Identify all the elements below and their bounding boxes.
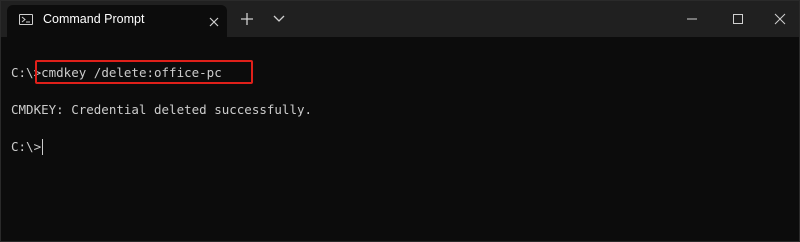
close-tab-icon[interactable] [207, 14, 221, 28]
terminal-output-area[interactable]: C:\>cmdkey /delete:office-pc CMDKEY: Cre… [1, 37, 799, 241]
maximize-button[interactable] [715, 1, 761, 37]
command-highlight-box [35, 60, 253, 84]
terminal-line-prompt[interactable]: C:\> [11, 139, 44, 155]
minimize-button[interactable] [669, 1, 715, 37]
close-icon [774, 13, 786, 25]
chevron-down-icon[interactable] [269, 11, 289, 27]
plus-icon[interactable] [237, 10, 257, 28]
terminal-window: Command Prompt C:\>cmdkey /delete:office… [0, 0, 800, 242]
close-button[interactable] [757, 1, 799, 37]
prompt: C:\> [11, 139, 42, 154]
minimize-icon [687, 18, 697, 20]
tab-title: Command Prompt [43, 12, 145, 26]
maximize-icon [733, 14, 743, 24]
command-prompt-icon [19, 14, 33, 25]
text-cursor [42, 139, 44, 155]
title-bar: Command Prompt [1, 1, 799, 37]
tab-command-prompt[interactable]: Command Prompt [7, 5, 227, 37]
terminal-line-output: CMDKEY: Credential deleted successfully. [11, 102, 313, 117]
